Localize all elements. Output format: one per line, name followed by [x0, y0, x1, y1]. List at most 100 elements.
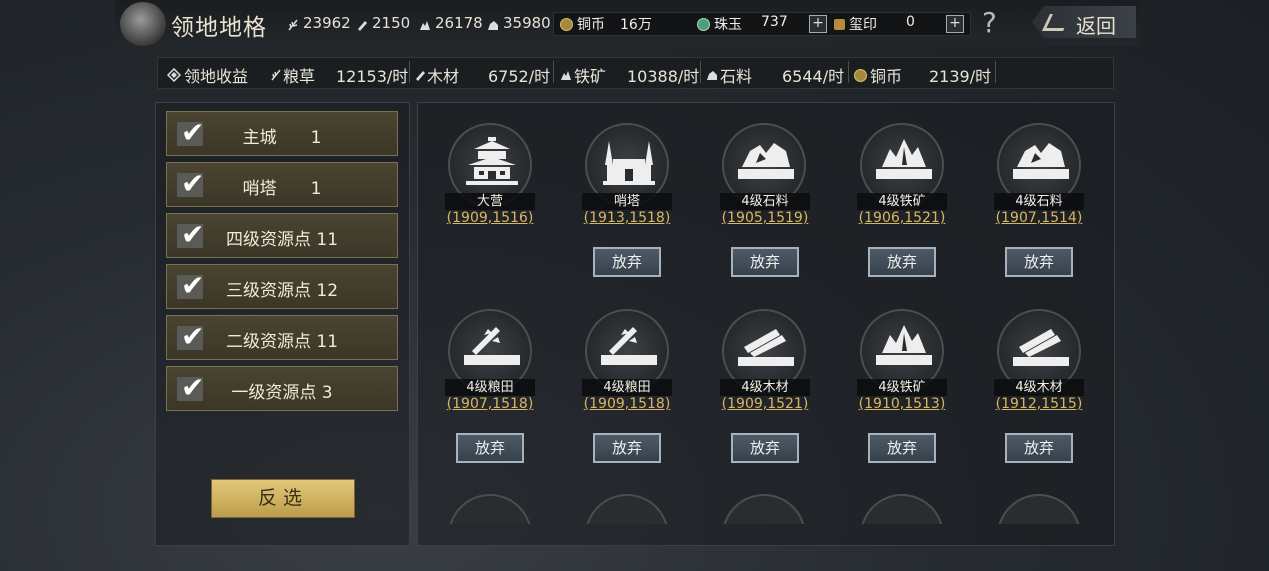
invert-selection-button[interactable]: 反选 [211, 479, 355, 518]
building-name: 4级石料 [994, 193, 1084, 210]
grain-resource: 23962 [287, 14, 351, 32]
back-label: 返回 [1076, 14, 1116, 38]
jade-currency: 珠玉 [697, 14, 742, 34]
income-stone-value: 6544/时 [782, 67, 845, 86]
building-name: 4级铁矿 [857, 193, 947, 210]
wood-amount: 2150 [372, 14, 411, 32]
filter-label: 二级资源点 11 [225, 332, 339, 352]
copper-coin-icon [854, 68, 867, 82]
seal-icon [834, 18, 845, 30]
abandon-button[interactable]: 放弃 [731, 433, 799, 463]
income-iron-value: 10388/时 [627, 67, 700, 86]
wood-resource: 2150 [356, 14, 410, 32]
abandon-button[interactable]: 放弃 [868, 247, 936, 277]
grain-amount: 23962 [303, 14, 351, 32]
add-seal-button[interactable]: + [946, 15, 964, 33]
filter-label: 三级资源点 12 [225, 281, 339, 301]
income-title: 领地收益 [167, 63, 248, 87]
iron-amount: 26178 [435, 14, 483, 32]
divider [553, 61, 554, 83]
partial-building-icon[interactable] [997, 494, 1081, 524]
filter-label: 哨塔 1 [242, 179, 322, 199]
income-copper-label: 铜币 [854, 63, 902, 87]
help-icon[interactable]: ? [982, 6, 997, 39]
building-coord-link[interactable]: (1909,1516) [442, 210, 538, 226]
stone-resource: 35980 [487, 14, 551, 32]
filter-label: 一级资源点 3 [231, 383, 333, 403]
seal-label: 玺印 [849, 17, 877, 33]
income-wood-text: 木材 [427, 67, 460, 86]
divider [848, 61, 849, 83]
wood-icon [356, 17, 368, 31]
jade-label: 珠玉 [714, 17, 742, 33]
filter-level4[interactable]: ✔ 四级资源点 11 [166, 213, 398, 258]
partial-building-icon[interactable] [448, 494, 532, 524]
abandon-button[interactable]: 放弃 [593, 247, 661, 277]
partial-building-icon[interactable] [860, 494, 944, 524]
add-jade-button[interactable]: + [809, 15, 827, 33]
income-copper-text: 铜币 [870, 67, 903, 86]
abandon-button[interactable]: 放弃 [593, 433, 661, 463]
grain-icon [287, 17, 299, 31]
building-name: 哨塔 [582, 193, 672, 210]
building-name: 大营 [445, 193, 535, 210]
abandon-button[interactable]: 放弃 [731, 247, 799, 277]
stone-icon [706, 66, 718, 85]
building-coord-link[interactable]: (1906,1521) [854, 210, 950, 226]
building-name: 4级木材 [994, 379, 1084, 396]
copper-coin-icon [560, 17, 573, 31]
seal-currency: 玺印 [834, 14, 877, 34]
dragon-emblem-icon [120, 2, 166, 46]
income-grain-text: 粮草 [283, 67, 316, 86]
iron-resource: 26178 [419, 14, 483, 32]
abandon-button[interactable]: 放弃 [1005, 433, 1073, 463]
wood-icon [414, 66, 425, 85]
partial-building-icon[interactable] [722, 494, 806, 524]
abandon-button[interactable]: 放弃 [868, 433, 936, 463]
page-title: 领地地格 [171, 15, 267, 41]
income-iron-label: 铁矿 [560, 63, 606, 87]
building-coord-link[interactable]: (1905,1519) [717, 210, 813, 226]
diamond-icon [167, 68, 181, 82]
divider [409, 61, 410, 83]
partial-building-icon[interactable] [585, 494, 669, 524]
income-grain-value: 12153/时 [336, 67, 409, 86]
copper-amount: 16万 [620, 17, 652, 33]
building-coord-link[interactable]: (1907,1514) [991, 210, 1087, 226]
jade-icon [697, 17, 710, 31]
filter-label: 四级资源点 11 [225, 230, 339, 250]
income-stone-label: 石料 [706, 63, 752, 87]
divider [700, 61, 701, 83]
income-wood-value: 6752/时 [488, 67, 551, 86]
copper-currency: 铜币 [560, 14, 605, 34]
abandon-button[interactable]: 放弃 [1005, 247, 1073, 277]
building-coord-link[interactable]: (1913,1518) [579, 210, 675, 226]
building-coord-link[interactable]: (1909,1518) [579, 396, 675, 412]
building-name: 4级木材 [720, 379, 810, 396]
copper-label: 铜币 [577, 17, 605, 33]
building-coord-link[interactable]: (1909,1521) [717, 396, 813, 412]
back-chevron-icon [1042, 14, 1071, 31]
building-name: 4级铁矿 [857, 379, 947, 396]
filter-level1[interactable]: ✔ 一级资源点 3 [166, 366, 398, 411]
seal-amount: 0 [906, 14, 915, 30]
back-button[interactable]: 返回 [1032, 6, 1136, 38]
filter-watchtower[interactable]: ✔ 哨塔 1 [166, 162, 398, 207]
building-coord-link[interactable]: (1910,1513) [854, 396, 950, 412]
abandon-button[interactable]: 放弃 [456, 433, 524, 463]
income-iron-text: 铁矿 [574, 67, 607, 86]
filter-level2[interactable]: ✔ 二级资源点 11 [166, 315, 398, 360]
building-name: 4级粮田 [582, 379, 672, 396]
grain-icon [270, 66, 281, 85]
building-name: 4级粮田 [445, 379, 535, 396]
income-stone-text: 石料 [720, 67, 753, 86]
filter-level3[interactable]: ✔ 三级资源点 12 [166, 264, 398, 309]
divider [995, 61, 996, 83]
stone-amount: 35980 [503, 14, 551, 32]
jade-amount: 737 [761, 14, 788, 30]
income-grain-label: 粮草 [270, 63, 315, 87]
stone-icon [487, 17, 499, 30]
building-coord-link[interactable]: (1907,1518) [442, 396, 538, 412]
building-coord-link[interactable]: (1912,1515) [991, 396, 1087, 412]
filter-main-city[interactable]: ✔ 主城 1 [166, 111, 398, 156]
